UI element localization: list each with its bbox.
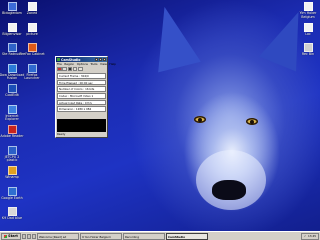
stat-current-frame: Current Frame : 304/0 (57, 73, 106, 79)
desktop-icon[interactable]: Google Earth (0, 186, 25, 201)
menu-file[interactable]: File (57, 62, 62, 66)
desktop-shortcut-icon (303, 2, 313, 11)
region-button[interactable] (78, 66, 83, 72)
desktop-icon-label: K9 Dad blue (1, 216, 23, 220)
window-titlebar[interactable]: CamStudio (56, 57, 107, 62)
desktop-icon[interactable]: Winamp (0, 166, 25, 180)
desktop: CamStudio File Region Options Tools View… (0, 0, 320, 231)
desktop-shortcut-icon (7, 166, 17, 175)
desktop-icon[interactable]: JETCPU 2 plastic (0, 145, 25, 164)
menu-tools[interactable]: Tools (90, 62, 97, 66)
preview-area (57, 119, 106, 132)
desktop-shortcut-icon (27, 22, 37, 32)
desktop-shortcut-icon (7, 104, 17, 114)
desktop-icon-label: FireFox Cabinet (19, 52, 45, 56)
taskbar: Start Welcome [Read] ad 9 Yan Hoker Belg… (0, 231, 320, 240)
desktop-icon-label: Adobe Reader (0, 134, 24, 138)
stop-button[interactable] (67, 66, 73, 72)
desktop-icon-label: Loc (305, 31, 311, 36)
desktop-icon[interactable]: K9 Dad blue (0, 207, 25, 221)
system-tray: ♪ 13:45 (301, 232, 319, 240)
windows-logo-icon (4, 234, 8, 238)
record-button[interactable] (57, 66, 62, 72)
desktop-shortcut-icon (7, 2, 17, 11)
quicklaunch-media-icon[interactable] (32, 233, 36, 239)
taskbar-task[interactable]: 9 Yan Hoker Belgium (80, 232, 122, 240)
menu-view[interactable]: View (100, 62, 107, 66)
desktop-icon-label: Internet Explorer (5, 113, 19, 122)
desktop-icon-label: Google Earth (1, 195, 23, 200)
desktop-shortcut-icon (303, 22, 313, 32)
desktop-icon[interactable]: Internet Explorer (0, 104, 25, 123)
desktop-shortcut-icon (7, 125, 17, 134)
desktop-shortcut-icon (7, 63, 17, 73)
desktop-shortcut-icon (27, 2, 37, 11)
desktop-shortcut-icon (7, 84, 17, 93)
desktop-icon-label: Yim Hoker Belgium (299, 11, 317, 19)
desktop-shortcut-icon (7, 207, 17, 216)
tray-speaker-icon[interactable]: ♪ (304, 233, 306, 239)
wallpaper-wolf-eye (194, 116, 206, 123)
menu-help[interactable]: Help (109, 62, 116, 66)
desktop-icon-label: Firefox Launcher (24, 72, 40, 81)
stat-time-elapsed: Time Elapsed : 00:00 sec (57, 79, 106, 86)
desktop-icon[interactable]: Firefox Launcher (19, 63, 45, 82)
menu-bar: File Region Options Tools View Help (56, 62, 116, 66)
desktop-icon[interactable]: Loc (295, 22, 320, 37)
desktop-icon[interactable]: picture (19, 22, 45, 37)
desktop-shortcut-icon (27, 63, 37, 73)
desktop-icon-label: Zoned (26, 11, 38, 15)
quicklaunch-browser-icon[interactable] (22, 233, 26, 239)
desktop-shortcut-icon (7, 43, 17, 52)
desktop-shortcut-icon (27, 43, 37, 52)
quicklaunch-desktop-icon[interactable] (27, 233, 31, 239)
stat-colors: Number of Colors : 16 bits (57, 86, 106, 92)
stat-dimension: Dimension : 1280 x 984 (57, 106, 106, 113)
start-label: Start (8, 234, 18, 238)
taskbar-task-active[interactable]: CamStudio (166, 232, 208, 240)
desktop-shortcut-icon (7, 22, 17, 32)
menu-region[interactable]: Region (64, 62, 74, 66)
desktop-icon-label: picture (26, 31, 38, 36)
taskbar-task[interactable]: Welcome [Read] ad (37, 232, 79, 240)
stat-codec: Codec : Microsoft Video 1 (57, 93, 106, 99)
desktop-shortcut-icon (7, 145, 17, 155)
menu-options[interactable]: Options (77, 62, 88, 66)
options-button[interactable] (72, 66, 78, 72)
desktop-icon-label: JETCPU 2 plastic (4, 154, 20, 163)
start-button[interactable]: Start (1, 232, 21, 240)
desktop-icon-label: CoolEdit (5, 93, 19, 97)
wallpaper-wolf-eye (246, 118, 258, 125)
clock: 13:45 (307, 234, 316, 238)
desktop-icon[interactable]: CoolEdit (0, 84, 25, 98)
desktop-icon-label: Winamp (5, 175, 19, 179)
desktop-icon-label: Rec Bin (301, 52, 315, 56)
wallpaper-wolf-nose (212, 180, 246, 200)
desktop-shortcut-icon (7, 186, 17, 196)
maximize-button[interactable] (98, 57, 102, 62)
pause-button[interactable] (62, 66, 67, 72)
camstudio-app-icon (57, 58, 60, 61)
status-text: Ready (57, 132, 66, 136)
stat-input-rate: Actual Input Rate : 0 fr/s (57, 99, 106, 106)
desktop-icon[interactable]: Adobe Reader (0, 125, 25, 139)
taskbar-task[interactable]: Recording (123, 232, 165, 240)
desktop-icon[interactable]: FireFox Cabinet (19, 43, 45, 57)
close-button[interactable] (102, 57, 106, 62)
desktop-icon[interactable]: Rec Bin (295, 43, 320, 57)
desktop-icon[interactable]: Zoned (19, 2, 45, 16)
wallpaper-wolf-ear (143, 1, 201, 73)
camstudio-window[interactable]: CamStudio File Region Options Tools View… (55, 56, 116, 138)
minimize-button[interactable] (94, 57, 98, 62)
desktop-shortcut-icon (303, 43, 313, 52)
desktop-icon[interactable]: Yim Hoker Belgium (295, 2, 320, 20)
window-title: CamStudio (61, 57, 81, 62)
